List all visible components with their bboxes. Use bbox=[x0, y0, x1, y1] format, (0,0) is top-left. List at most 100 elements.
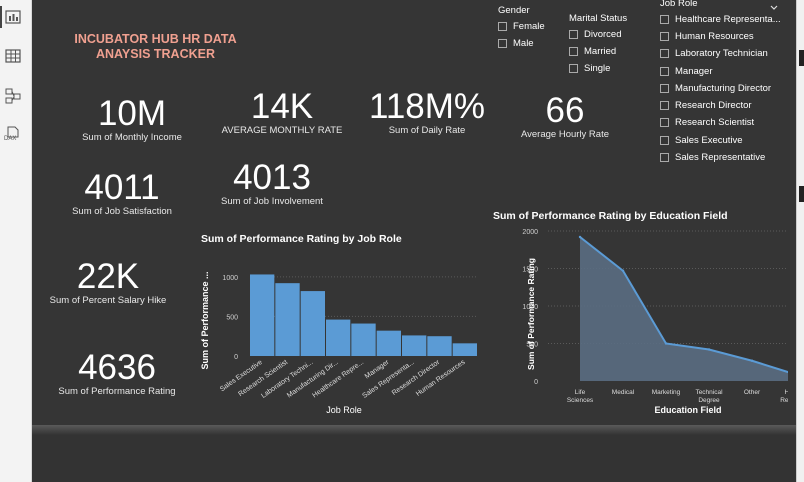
y-tick-label: 2000 bbox=[522, 229, 538, 236]
job-role-option-sales-representative[interactable]: Sales Representative bbox=[660, 152, 765, 163]
job-role-option-manager[interactable]: Manager bbox=[660, 66, 713, 77]
job-role-option-healthcare-representative[interactable]: Healthcare Representa... bbox=[660, 14, 781, 25]
checkbox[interactable] bbox=[660, 15, 669, 24]
job-role-option-research-director[interactable]: Research Director bbox=[660, 100, 752, 111]
gender-option-male[interactable]: Male bbox=[498, 38, 534, 49]
option-label: Sales Representative bbox=[675, 152, 766, 163]
checkbox[interactable] bbox=[660, 49, 669, 58]
app-window: DAX INCUBATOR HUB HR DATA ANAYSIS TRACKE… bbox=[0, 0, 804, 482]
bar-5 bbox=[376, 330, 401, 356]
kpi-label: Sum of Daily Rate bbox=[388, 125, 466, 136]
y-tick-label: 0 bbox=[234, 354, 238, 361]
kpi-card-job-involvement[interactable]: 4013 Sum of Job Involvement bbox=[197, 160, 347, 208]
option-label: Research Scientist bbox=[675, 117, 755, 128]
y-tick-label: 500 bbox=[226, 314, 238, 321]
kpi-card-daily-rate[interactable]: 118M% Sum of Daily Rate bbox=[352, 89, 502, 137]
job-role-option-laboratory-technician[interactable]: Laboratory Technician bbox=[660, 48, 768, 59]
kpi-card-monthly-income[interactable]: 10M Sum of Monthly Income bbox=[57, 96, 207, 144]
kpi-label: Sum of Percent Salary Hike bbox=[49, 295, 167, 306]
kpi-card-hourly-rate[interactable]: 66 Average Hourly Rate bbox=[490, 93, 640, 141]
bar-2 bbox=[300, 291, 325, 356]
area-fill bbox=[580, 237, 788, 381]
kpi-value: 66 bbox=[545, 91, 585, 130]
checkbox[interactable] bbox=[569, 30, 578, 39]
x-tick-label: Human bbox=[785, 389, 788, 396]
checkbox[interactable] bbox=[660, 32, 669, 41]
view-sidebar: DAX bbox=[0, 0, 32, 482]
kpi-label: AVERAGE MONTHLY RATE bbox=[221, 125, 343, 136]
option-label: Manager bbox=[675, 66, 713, 77]
checkbox[interactable] bbox=[660, 118, 669, 127]
job-role-chart-title: Sum of Performance Rating by Job Role bbox=[201, 233, 402, 245]
kpi-card-performance-rating[interactable]: 4636 Sum of Performance Rating bbox=[42, 350, 192, 398]
table-view-icon[interactable] bbox=[4, 47, 22, 65]
model-view-icon[interactable] bbox=[4, 87, 22, 105]
checkbox[interactable] bbox=[660, 136, 669, 145]
x-tick-label: Technical bbox=[695, 389, 723, 396]
x-tick-label: Sales Executive bbox=[219, 359, 264, 393]
x-tick-label: Life bbox=[575, 389, 586, 396]
x-tick-label: Resourc... bbox=[780, 397, 788, 404]
job-role-option-research-scientist[interactable]: Research Scientist bbox=[660, 117, 754, 128]
option-label: Male bbox=[513, 38, 534, 49]
data-point-0 bbox=[578, 235, 582, 239]
job-role-option-sales-executive[interactable]: Sales Executive bbox=[660, 135, 743, 146]
checkbox[interactable] bbox=[660, 101, 669, 110]
bar-0 bbox=[250, 274, 275, 356]
dax-query-view-icon[interactable]: DAX bbox=[4, 125, 22, 143]
gender-slicer-title: Gender bbox=[498, 5, 530, 16]
kpi-label: Sum of Performance Rating bbox=[58, 386, 176, 397]
option-label: Female bbox=[513, 21, 545, 32]
x-tick-label: Degree bbox=[698, 397, 720, 404]
kpi-value: 118M% bbox=[368, 87, 486, 126]
x-tick-label: Other bbox=[744, 389, 761, 396]
kpi-label: Sum of Job Involvement bbox=[221, 196, 323, 207]
kpi-value: 4011 bbox=[84, 168, 160, 207]
gender-option-female[interactable]: Female bbox=[498, 21, 545, 32]
checkbox[interactable] bbox=[498, 22, 507, 31]
job-role-option-manufacturing-director[interactable]: Manufacturing Director bbox=[660, 83, 771, 94]
checkbox[interactable] bbox=[569, 47, 578, 56]
job-role-slicer-title: Job Role bbox=[660, 0, 698, 9]
kpi-card-monthly-rate[interactable]: 14K AVERAGE MONTHLY RATE bbox=[207, 89, 357, 137]
data-point-1 bbox=[621, 269, 625, 272]
option-label: Single bbox=[584, 63, 611, 74]
job-role-option-human-resources[interactable]: Human Resources bbox=[660, 31, 754, 42]
report-view-icon[interactable] bbox=[0, 6, 22, 28]
job-role-bar-chart[interactable]: 05001000Sales ExecutiveResearch Scientis… bbox=[198, 248, 488, 420]
data-point-2 bbox=[664, 342, 668, 345]
marital-option-single[interactable]: Single bbox=[569, 63, 610, 74]
option-label: Healthcare Representa... bbox=[675, 14, 781, 25]
option-label: Sales Executive bbox=[675, 135, 743, 146]
report-title-line1: INCUBATOR HUB HR DATA bbox=[74, 32, 237, 46]
kpi-card-job-satisfaction[interactable]: 4011 Sum of Job Satisfaction bbox=[47, 170, 197, 218]
y-tick-label: 0 bbox=[534, 379, 538, 386]
right-pane-edge bbox=[796, 0, 804, 482]
option-label: Human Resources bbox=[675, 31, 754, 42]
kpi-label: Sum of Job Satisfaction bbox=[72, 206, 172, 217]
chevron-down-icon[interactable] bbox=[769, 0, 779, 10]
canvas-footer bbox=[32, 425, 796, 482]
marital-option-married[interactable]: Married bbox=[569, 46, 616, 57]
report-title: INCUBATOR HUB HR DATA ANAYSIS TRACKER bbox=[68, 32, 243, 62]
kpi-value: 4013 bbox=[233, 158, 311, 197]
checkbox[interactable] bbox=[660, 84, 669, 93]
bar-4 bbox=[351, 323, 376, 356]
checkbox[interactable] bbox=[660, 153, 669, 162]
education-area-chart[interactable]: 0500100015002000LifeSciencesMedical Marke… bbox=[488, 224, 788, 420]
bar-3 bbox=[326, 319, 351, 356]
marital-option-divorced[interactable]: Divorced bbox=[569, 29, 622, 40]
checkbox[interactable] bbox=[498, 39, 507, 48]
x-axis-title: Job Role bbox=[326, 405, 362, 415]
option-label: Married bbox=[584, 46, 617, 57]
kpi-card-salary-hike[interactable]: 22K Sum of Percent Salary Hike bbox=[33, 259, 183, 307]
checkbox[interactable] bbox=[660, 67, 669, 76]
report-title-line2: ANAYSIS TRACKER bbox=[95, 47, 215, 61]
report-canvas: INCUBATOR HUB HR DATA ANAYSIS TRACKER 10… bbox=[32, 0, 796, 425]
bar-8 bbox=[452, 343, 477, 356]
kpi-value: 4636 bbox=[78, 348, 156, 387]
checkbox[interactable] bbox=[569, 64, 578, 73]
data-point-3 bbox=[707, 348, 711, 351]
y-tick-label: 1000 bbox=[222, 275, 238, 282]
option-label: Laboratory Technician bbox=[675, 48, 768, 59]
